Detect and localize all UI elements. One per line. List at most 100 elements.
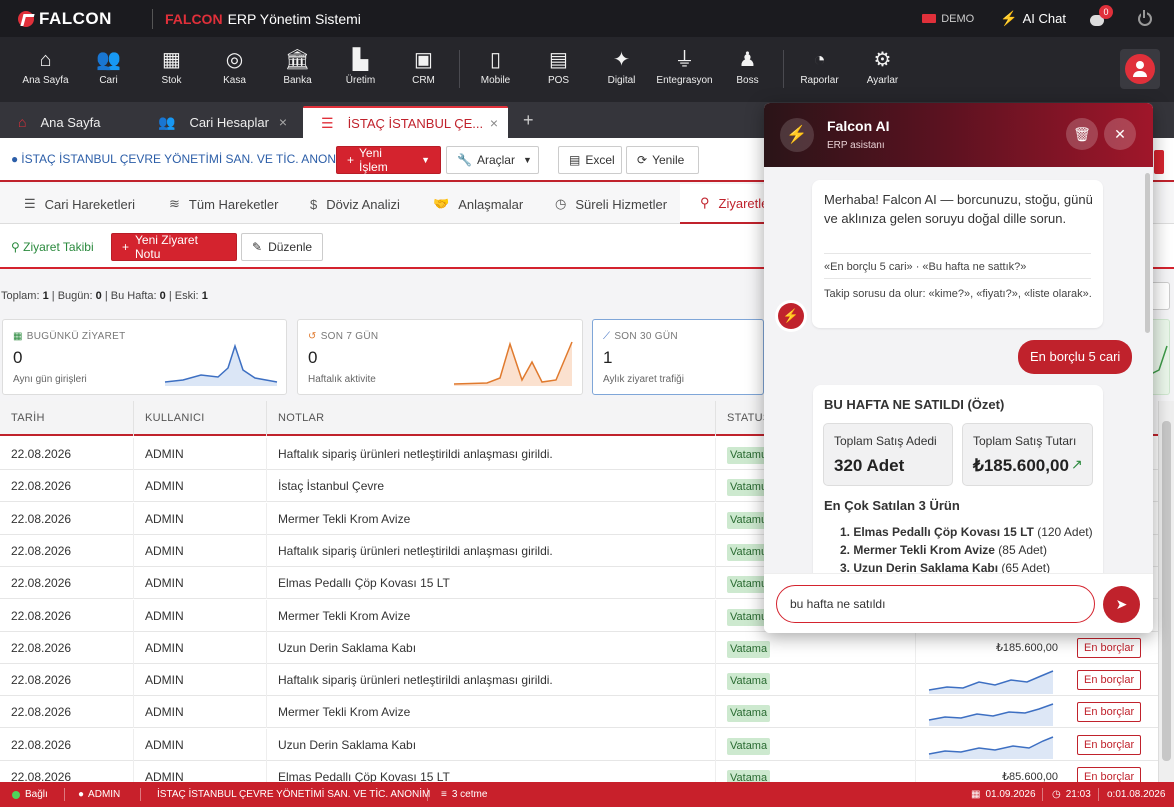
tab-cari-hesaplar[interactable]: 👥 Cari Hesaplar × xyxy=(140,106,297,138)
users-icon: 👥 xyxy=(158,113,176,130)
card-title: ▦ BUGÜNKÜ ZİYARET xyxy=(13,331,126,342)
most-debtors-button[interactable]: En borçlar xyxy=(1077,637,1142,658)
kpi-label: Toplam Satış Tutarı xyxy=(973,434,1077,448)
ai-chat-button[interactable]: ⚡ AI Chat xyxy=(1000,10,1066,27)
status-badge: Vatama xyxy=(727,737,771,755)
kpi-total-quantity: Toplam Satış Adedi 320 Adet xyxy=(823,423,953,486)
column-header-notes[interactable]: NOTLAR xyxy=(267,401,716,436)
user-avatar[interactable] xyxy=(1120,49,1160,89)
clear-chat-button[interactable]: 🗑 xyxy=(1066,118,1098,150)
total-value: 1 xyxy=(42,290,49,302)
demo-indicator[interactable]: DEMO xyxy=(922,13,974,25)
module-ayarlar[interactable]: ⚙ Ayarlar xyxy=(851,37,914,86)
coins-icon: ◎ xyxy=(225,49,244,71)
close-ai-button[interactable]: ✕ xyxy=(1104,118,1136,150)
table-row[interactable]: 22.08.2026 ADMIN Haftalık sipariş ürünleri… xyxy=(0,664,1158,697)
most-debtors-button[interactable]: En borçlar xyxy=(1077,734,1142,755)
example-prompts[interactable]: «En borçlu 5 cari» · «Bu hafta ne sattık… xyxy=(824,261,1026,273)
product-name: 1. Elmas Pedallı Çöp Kovası 15 LT xyxy=(840,525,1034,539)
followup-hint: Takip sorusu da olur: «kime?», «fiyatı?»… xyxy=(824,288,1092,300)
tab-ana-sayfa[interactable]: ⌂ Ana Sayfa xyxy=(0,106,140,138)
wrench-icon: 🔧 xyxy=(457,153,472,167)
most-debtors-button[interactable]: En borçlar xyxy=(1077,702,1142,723)
cell-user: ADMIN xyxy=(134,696,267,729)
module-banka[interactable]: 🏛 Banka xyxy=(266,37,329,86)
module-digital[interactable]: ✦ Digital xyxy=(590,37,653,86)
module-raporlar[interactable]: ◔ Raporlar xyxy=(788,37,851,86)
new-visit-note-button[interactable]: + Yeni Ziyaret Notu xyxy=(111,233,237,261)
table-row[interactable]: 22.08.2026 ADMIN Mermer Tekli Krom Avize Va… xyxy=(0,696,1158,729)
table-scrollbar[interactable] xyxy=(1158,401,1174,782)
module-cari[interactable]: 👥 Cari xyxy=(77,37,140,86)
cell-date: 22.08.2026 xyxy=(0,438,134,470)
ai-message-input[interactable] xyxy=(776,585,1095,623)
module-pos[interactable]: ▤ POS xyxy=(527,37,590,86)
status-badge: Vatama xyxy=(727,705,771,723)
excel-label: Excel xyxy=(585,153,615,167)
close-icon: ✕ xyxy=(1114,126,1126,142)
subtab-anlasmalar[interactable]: 🤝 Anlaşmalar xyxy=(433,184,523,224)
most-debtors-button[interactable]: En borçlar xyxy=(1077,767,1142,782)
close-icon[interactable]: × xyxy=(279,114,287,130)
partial-header-button[interactable] xyxy=(1154,150,1164,174)
card-today-visits: ▦ BUGÜNKÜ ZİYARET 0 Aynı gün girişleri xyxy=(2,319,287,395)
user-tie-icon: ♟ xyxy=(738,49,757,71)
module-entegrasyon[interactable]: ⏚ Entegrasyon xyxy=(653,37,716,86)
status-badge: Vatama xyxy=(727,640,771,658)
subtab-sureli-hizmetler[interactable]: ◷ Süreli Hizmetler xyxy=(555,184,667,224)
status-divider xyxy=(1042,788,1043,801)
messages-button[interactable]: 0 xyxy=(1090,4,1113,26)
column-header-date[interactable]: TARİH xyxy=(0,401,134,436)
card-sparkline xyxy=(453,341,573,386)
refresh-button[interactable]: ⟳ Yenile xyxy=(626,146,699,174)
module-kasa[interactable]: ◎ Kasa xyxy=(203,37,266,86)
module-uretim[interactable]: ▙ Üretim xyxy=(329,37,392,86)
table-row[interactable]: 22.08.2026 ADMIN Elmas Pedallı Çöp Kovası … xyxy=(0,761,1158,782)
module-label: Boss xyxy=(736,75,759,86)
power-icon[interactable] xyxy=(1138,9,1152,26)
subtab-tum-hareketler[interactable]: ≋ Tüm Hareketler xyxy=(169,184,278,224)
trend-up-icon: ↗ xyxy=(1071,456,1083,472)
add-tab-button[interactable]: + xyxy=(523,110,534,131)
connection-label: Bağlı xyxy=(25,789,48,800)
tab-customer[interactable]: ☰ İSTAÇ İSTANBUL ÇE... × xyxy=(303,106,508,138)
subtab-cari-hareketleri[interactable]: ☰ Cari Hareketleri xyxy=(24,184,135,224)
excel-button[interactable]: ▤ Excel xyxy=(558,146,622,174)
module-mobile[interactable]: ▯ Mobile xyxy=(464,37,527,86)
connection-status: Bağlı xyxy=(12,782,48,807)
map-marker-icon: ⚲ xyxy=(700,195,710,210)
module-stok[interactable]: ▦ Stok xyxy=(140,37,203,86)
message-divider xyxy=(824,278,1091,279)
cell-status: Vatama xyxy=(716,631,916,664)
module-ana-sayfa[interactable]: ⌂ Ana Sayfa xyxy=(14,37,77,86)
module-label: Kasa xyxy=(223,75,246,86)
new-action-button[interactable]: + Yeni İşlem ▼ xyxy=(336,146,441,174)
ai-subtitle: ERP asistanı xyxy=(827,140,885,151)
map-marker-icon: ⚲ xyxy=(11,240,20,254)
table-row[interactable]: 22.08.2026 ADMIN Uzun Derin Saklama Kabı Va… xyxy=(0,631,1158,664)
subtab-doviz-analizi[interactable]: $ Döviz Analizi xyxy=(310,184,400,224)
send-button[interactable]: ➤ xyxy=(1103,586,1140,623)
cell-user: ADMIN xyxy=(134,761,267,782)
module-label: Cari xyxy=(99,75,118,86)
top-product-item: 1. Elmas Pedallı Çöp Kovası 15 LT (120 A… xyxy=(840,523,1093,541)
cell-date: 22.08.2026 xyxy=(0,696,134,729)
product-qty: (120 Adet) xyxy=(1037,525,1093,539)
module-boss[interactable]: ♟ Boss xyxy=(716,37,779,86)
table-row[interactable]: 22.08.2026 ADMIN Uzun Derin Saklama Kabı Va… xyxy=(0,728,1158,761)
history-icon: ↺ xyxy=(308,331,317,342)
ai-chat-body: Merhaba! Falcon AI — borcunuzu, stoğu, g… xyxy=(764,167,1153,573)
card-value: 0 xyxy=(13,348,23,367)
cash-register-icon: ▤ xyxy=(549,49,568,71)
chat-scrollbar[interactable] xyxy=(1145,173,1150,333)
column-header-user[interactable]: KULLANICI xyxy=(134,401,267,436)
edit-button[interactable]: ✎ Düzenle xyxy=(241,233,323,261)
close-icon[interactable]: × xyxy=(490,115,498,131)
module-divider xyxy=(783,50,784,88)
scrollbar-thumb[interactable] xyxy=(1162,421,1171,761)
card-value: 1 xyxy=(603,348,613,367)
row-sparkline xyxy=(928,703,1054,727)
tools-button[interactable]: 🔧 Araçlar ▼ xyxy=(446,146,539,174)
most-debtors-button[interactable]: En borçlar xyxy=(1077,670,1142,691)
module-crm[interactable]: ▣ CRM xyxy=(392,37,455,86)
